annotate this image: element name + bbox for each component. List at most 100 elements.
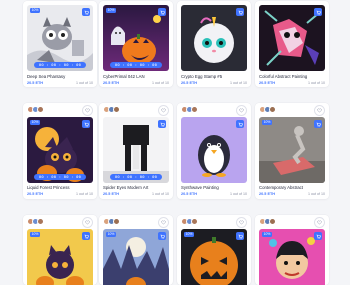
- discount-badge: 10%: [106, 232, 116, 238]
- nft-thumbnail[interactable]: 10%: [27, 229, 93, 285]
- nft-stock: 1 out of 10: [76, 192, 93, 196]
- nft-thumbnail[interactable]: 10% 00 : 00 : 00 : 00: [27, 5, 93, 71]
- nft-card[interactable]: 10%: [255, 215, 329, 285]
- heart-icon[interactable]: [158, 217, 169, 228]
- nft-card[interactable]: 00 : 00 : 00 : 00 Spider Eyes Modern Art…: [99, 103, 173, 199]
- nft-card-grid: 10% 00 : 00 : 00 : 00 Deep Sea Phantasy …: [0, 0, 350, 285]
- heart-icon[interactable]: [82, 105, 93, 116]
- nft-thumbnail[interactable]: [181, 117, 247, 183]
- nft-stock: 1 out of 10: [76, 81, 93, 85]
- discount-badge: 10%: [30, 8, 40, 14]
- nft-title[interactable]: Deep Sea Phantasy: [27, 74, 65, 79]
- heart-icon[interactable]: [82, 217, 93, 228]
- cart-icon[interactable]: [236, 8, 244, 16]
- avatar[interactable]: [191, 106, 198, 113]
- nft-price: 20.5 ETH: [103, 81, 120, 85]
- owner-avatars[interactable]: [27, 106, 44, 113]
- nft-thumbnail[interactable]: 10%: [259, 229, 325, 285]
- avatar[interactable]: [191, 218, 198, 225]
- cart-icon[interactable]: [158, 120, 166, 128]
- card-header: [103, 217, 169, 228]
- nft-card[interactable]: 10%: [23, 215, 97, 285]
- cart-icon[interactable]: [82, 232, 90, 240]
- nft-thumbnail[interactable]: 10%: [181, 229, 247, 285]
- nft-stock: 1 out of 10: [308, 81, 325, 85]
- avatar[interactable]: [113, 106, 120, 113]
- nft-card[interactable]: 10% Contemporary Abstract 20.5 ETH 1 out…: [255, 103, 329, 199]
- nft-thumbnail[interactable]: [259, 5, 325, 71]
- owner-avatars[interactable]: [103, 218, 120, 225]
- avatar[interactable]: [113, 218, 120, 225]
- nft-card[interactable]: 10% 00 : 00 : 00 : 00 Liquid Forest Prin…: [23, 103, 97, 199]
- cart-icon[interactable]: [158, 8, 166, 16]
- owner-avatars[interactable]: [259, 106, 276, 113]
- nft-price: 20.5 ETH: [181, 81, 198, 85]
- card-header: [181, 217, 247, 228]
- nft-title[interactable]: Colorful Abstract Painting: [259, 74, 307, 79]
- countdown-timer: 00 : 00 : 00 : 00: [110, 62, 162, 68]
- nft-title[interactable]: Contemporary Abstract: [259, 185, 303, 190]
- heart-icon[interactable]: [314, 217, 325, 228]
- heart-icon[interactable]: [158, 105, 169, 116]
- avatar[interactable]: [37, 106, 44, 113]
- nft-thumbnail[interactable]: 10%: [259, 117, 325, 183]
- card-header: [181, 105, 247, 116]
- card-header: [259, 105, 325, 116]
- nft-title[interactable]: Spider Eyes Modern Art: [103, 185, 148, 190]
- nft-card[interactable]: 10% 00 : 00 : 00 : 00 CyberPrimal 042 LA…: [99, 1, 173, 87]
- nft-price: 20.5 ETH: [259, 192, 276, 196]
- heart-icon[interactable]: [314, 105, 325, 116]
- discount-badge: 10%: [184, 232, 194, 238]
- nft-card[interactable]: 10% 00 : 00 : 00 : 00 Deep Sea Phantasy …: [23, 1, 97, 87]
- cart-icon[interactable]: [82, 120, 90, 128]
- nft-stock: 1 out of 10: [152, 81, 169, 85]
- owner-avatars[interactable]: [259, 218, 276, 225]
- cart-icon[interactable]: [82, 8, 90, 16]
- nft-title[interactable]: Liquid Forest Princess: [27, 185, 70, 190]
- nft-price: 20.5 ETH: [181, 192, 198, 196]
- nft-stock: 1 out of 10: [152, 192, 169, 196]
- card-header: [103, 105, 169, 116]
- card-header: [27, 105, 93, 116]
- cart-icon[interactable]: [314, 232, 322, 240]
- card-header: [259, 217, 325, 228]
- nft-card[interactable]: 10%: [177, 215, 251, 285]
- heart-icon[interactable]: [236, 105, 247, 116]
- cart-icon[interactable]: [236, 232, 244, 240]
- nft-price: 20.5 ETH: [27, 81, 44, 85]
- nft-stock: 1 out of 10: [308, 192, 325, 196]
- nft-thumbnail[interactable]: 10% 00 : 00 : 00 : 00: [103, 5, 169, 71]
- nft-stock: 1 out of 10: [230, 81, 247, 85]
- owner-avatars[interactable]: [181, 106, 198, 113]
- countdown-timer: 00 : 00 : 00 : 00: [110, 174, 162, 180]
- nft-card[interactable]: Synthwave Painting 20.5 ETH 1 out of 10: [177, 103, 251, 199]
- nft-thumbnail[interactable]: 10% 00 : 00 : 00 : 00: [27, 117, 93, 183]
- nft-price: 20.5 ETH: [27, 192, 44, 196]
- owner-avatars[interactable]: [103, 106, 120, 113]
- heart-icon[interactable]: [236, 217, 247, 228]
- discount-badge: 10%: [30, 120, 40, 126]
- card-header: [27, 217, 93, 228]
- nft-card[interactable]: Colorful Abstract Painting 20.5 ETH 1 ou…: [255, 1, 329, 87]
- cart-icon[interactable]: [314, 8, 322, 16]
- nft-stock: 1 out of 10: [230, 192, 247, 196]
- nft-thumbnail[interactable]: [181, 5, 247, 71]
- nft-title[interactable]: CyberPrimal 042 LAN: [103, 74, 145, 79]
- avatar[interactable]: [269, 106, 276, 113]
- nft-card[interactable]: 10%: [99, 215, 173, 285]
- owner-avatars[interactable]: [181, 218, 198, 225]
- owner-avatars[interactable]: [27, 218, 44, 225]
- nft-thumbnail[interactable]: 00 : 00 : 00 : 00: [103, 117, 169, 183]
- nft-card[interactable]: Crypto Egg Stamp #5 20.5 ETH 1 out of 10: [177, 1, 251, 87]
- nft-title[interactable]: Synthwave Painting: [181, 185, 219, 190]
- cart-icon[interactable]: [314, 120, 322, 128]
- countdown-timer: 00 : 00 : 00 : 00: [34, 62, 86, 68]
- nft-title[interactable]: Crypto Egg Stamp #5: [181, 74, 222, 79]
- avatar[interactable]: [269, 218, 276, 225]
- avatar[interactable]: [37, 218, 44, 225]
- nft-thumbnail[interactable]: 10%: [103, 229, 169, 285]
- cart-icon[interactable]: [158, 232, 166, 240]
- discount-badge: 10%: [262, 232, 272, 238]
- nft-price: 20.5 ETH: [103, 192, 120, 196]
- cart-icon[interactable]: [236, 120, 244, 128]
